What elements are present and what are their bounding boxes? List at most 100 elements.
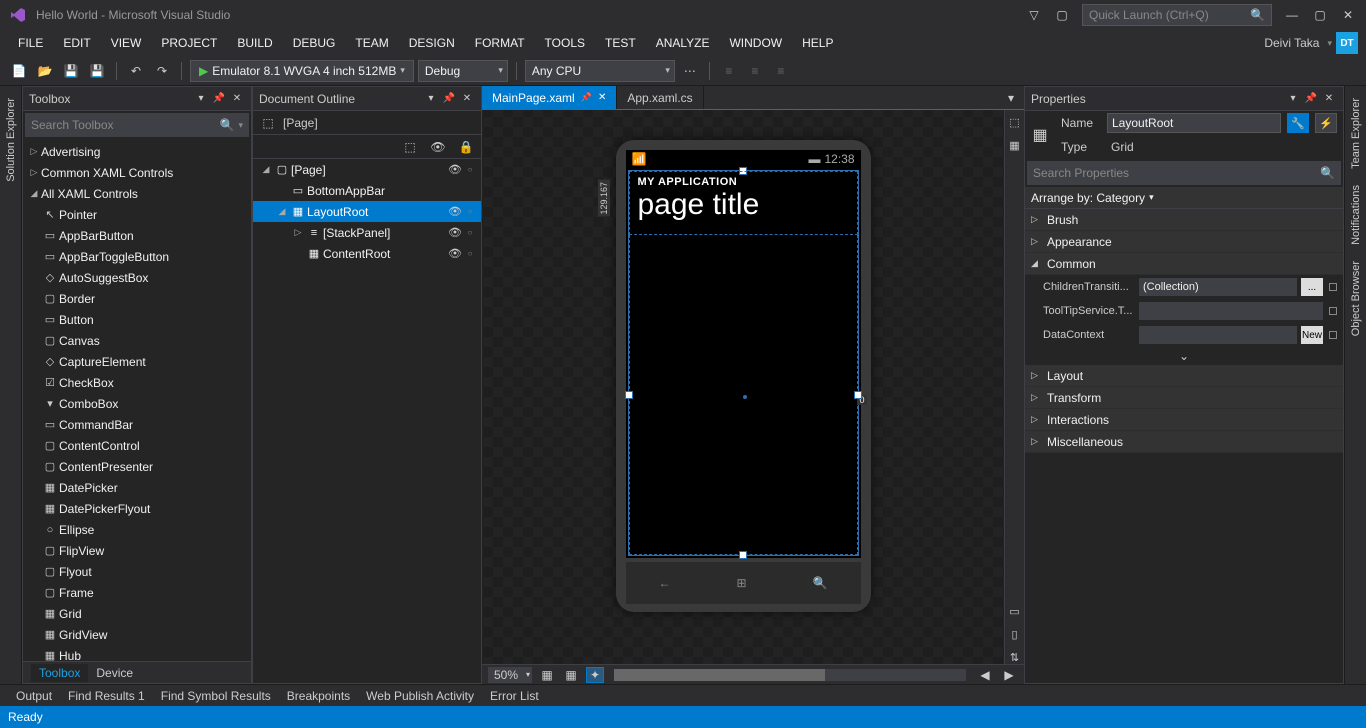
close-icon[interactable]: ✕ <box>459 91 475 107</box>
toolbox-item[interactable]: ▭AppBarButton <box>23 225 251 246</box>
arrange-by-button[interactable]: Arrange by: Category▾ <box>1025 187 1343 209</box>
toolbox-item[interactable]: ▢Border <box>23 288 251 309</box>
app-header[interactable]: MY APPLICATION page title <box>629 171 858 235</box>
maximize-button[interactable]: ▢ <box>1306 5 1334 25</box>
close-icon[interactable]: ✕ <box>229 91 245 107</box>
outline-row[interactable]: ◢▦LayoutRoot👁○ <box>253 201 481 222</box>
panel-dropdown-icon[interactable]: ▾ <box>193 91 209 107</box>
close-button[interactable]: ✕ <box>1334 5 1362 25</box>
zoom-tool-icon[interactable]: ⬚ <box>1009 116 1019 129</box>
category-miscellaneous[interactable]: ▷Miscellaneous <box>1025 431 1343 453</box>
scroll-right-icon[interactable]: ▶ <box>1000 667 1018 683</box>
toolbox-item[interactable]: ▦DatePickerFlyout <box>23 498 251 519</box>
split-vertical-icon[interactable]: ▯ <box>1011 628 1017 641</box>
menu-project[interactable]: PROJECT <box>151 32 227 54</box>
properties-search-input[interactable]: Search Properties 🔍 <box>1027 161 1341 185</box>
undo-button[interactable]: ↶ <box>125 60 147 82</box>
output-tab[interactable]: Breakpoints <box>279 687 358 705</box>
eye-icon[interactable]: 👁 <box>429 138 447 156</box>
snaplines-toggle-icon[interactable]: ✦ <box>586 667 604 683</box>
output-tab[interactable]: Error List <box>482 687 547 705</box>
properties-wrench-button[interactable]: 🔧 <box>1287 113 1309 133</box>
category-layout[interactable]: ▷Layout <box>1025 365 1343 387</box>
output-tab[interactable]: Output <box>8 687 60 705</box>
toolbox-search-input[interactable]: Search Toolbox 🔍 ▾ <box>25 113 249 137</box>
close-icon[interactable]: ✕ <box>598 92 606 103</box>
outline-row[interactable]: ▦ContentRoot👁○ <box>253 243 481 264</box>
toolbox-item[interactable]: ▢ContentControl <box>23 435 251 456</box>
toolbox-item[interactable]: ◇CaptureElement <box>23 351 251 372</box>
expand-more-icon[interactable]: ⌄ <box>1025 347 1343 365</box>
new-project-button[interactable]: 📄 <box>8 60 30 82</box>
save-button[interactable]: 💾 <box>60 60 82 82</box>
pin-icon[interactable]: 📌 <box>581 92 592 103</box>
menu-design[interactable]: DESIGN <box>399 32 465 54</box>
tab-mainpage-xaml[interactable]: MainPage.xaml 📌 ✕ <box>482 86 617 109</box>
feedback-icon[interactable]: ▢ <box>1048 5 1076 25</box>
content-root[interactable]: 0 <box>629 235 858 555</box>
category-interactions[interactable]: ▷Interactions <box>1025 409 1343 431</box>
property-field[interactable]: ToolTipService.T... <box>1025 299 1343 323</box>
toolbox-group[interactable]: ▷Advertising <box>23 141 251 162</box>
save-all-button[interactable]: 💾 <box>86 60 108 82</box>
design-canvas[interactable]: 129.167 📶 ▬ 12:38 MY APPLICATION <box>482 110 1004 664</box>
scroll-left-icon[interactable]: ◀ <box>976 667 994 683</box>
team-explorer-tab[interactable]: Team Explorer <box>1348 90 1364 177</box>
toolbox-item[interactable]: ▢Flyout <box>23 561 251 582</box>
toolbox-item[interactable]: ▦Hub <box>23 645 251 661</box>
toolbox-item[interactable]: ▭AppBarToggleButton <box>23 246 251 267</box>
property-field[interactable]: ChildrenTransiti...(Collection)... <box>1025 275 1343 299</box>
toolbox-item[interactable]: ▦Grid <box>23 603 251 624</box>
toolbox-item[interactable]: ▢FlipView <box>23 540 251 561</box>
toolbox-item[interactable]: ▢Canvas <box>23 330 251 351</box>
zoom-combo[interactable]: 50% <box>488 667 532 683</box>
collapse-icon[interactable]: ⬚ <box>259 114 277 132</box>
run-debug-button[interactable]: ▶ Emulator 8.1 WVGA 4 inch 512MB ▾ <box>190 60 414 82</box>
outline-row[interactable]: ▭BottomAppBar <box>253 180 481 201</box>
split-horizontal-icon[interactable]: ▭ <box>1009 605 1019 618</box>
minimize-button[interactable]: — <box>1278 5 1306 25</box>
category-common[interactable]: ◢Common <box>1025 253 1343 275</box>
menu-tools[interactable]: TOOLS <box>535 32 595 54</box>
menu-team[interactable]: TEAM <box>345 32 398 54</box>
outdent-button[interactable]: ≡ <box>744 60 766 82</box>
user-avatar[interactable]: DT <box>1336 32 1358 54</box>
lock-icon[interactable]: 🔒 <box>457 138 475 156</box>
name-input[interactable]: LayoutRoot <box>1107 113 1281 133</box>
swap-panes-icon[interactable]: ⇅ <box>1010 651 1019 664</box>
horizontal-scrollbar[interactable] <box>614 669 966 681</box>
config-combo[interactable]: Debug <box>418 60 508 82</box>
property-field[interactable]: DataContextNew <box>1025 323 1343 347</box>
toolbox-tab[interactable]: Toolbox <box>31 664 88 682</box>
open-button[interactable]: 📂 <box>34 60 56 82</box>
menu-debug[interactable]: DEBUG <box>283 32 346 54</box>
menu-format[interactable]: FORMAT <box>465 32 535 54</box>
output-tab[interactable]: Find Symbol Results <box>153 687 279 705</box>
device-tab[interactable]: Device <box>88 664 141 682</box>
pin-icon[interactable]: 📌 <box>441 91 457 107</box>
category-transform[interactable]: ▷Transform <box>1025 387 1343 409</box>
toolbox-item[interactable]: ▢Frame <box>23 582 251 603</box>
indent-button[interactable]: ≡ <box>718 60 740 82</box>
category-brush[interactable]: ▷Brush <box>1025 209 1343 231</box>
outline-row[interactable]: ◢▢[Page]👁○ <box>253 159 481 180</box>
menu-analyze[interactable]: ANALYZE <box>646 32 720 54</box>
menu-view[interactable]: VIEW <box>101 32 152 54</box>
outline-tool-1[interactable]: ⬚ <box>401 138 419 156</box>
pin-icon[interactable]: 📌 <box>211 91 227 107</box>
toolbox-item[interactable]: ▦DatePicker <box>23 477 251 498</box>
toolbox-group[interactable]: ▷Common XAML Controls <box>23 162 251 183</box>
close-icon[interactable]: ✕ <box>1321 91 1337 107</box>
output-tab[interactable]: Web Publish Activity <box>358 687 482 705</box>
platform-combo[interactable]: Any CPU <box>525 60 675 82</box>
toolbox-group[interactable]: ◢All XAML Controls <box>23 183 251 204</box>
output-tab[interactable]: Find Results 1 <box>60 687 153 705</box>
notifications-tab[interactable]: Notifications <box>1348 177 1364 253</box>
toolbar-extra-button[interactable]: ⋯ <box>679 60 701 82</box>
user-name[interactable]: Deivi Taka <box>1264 36 1319 50</box>
toolbox-item[interactable]: ▢ContentPresenter <box>23 456 251 477</box>
panel-dropdown-icon[interactable]: ▾ <box>423 91 439 107</box>
category-appearance[interactable]: ▷Appearance <box>1025 231 1343 253</box>
toolbox-item[interactable]: ▾ComboBox <box>23 393 251 414</box>
snap-toggle-icon[interactable]: ▦ <box>562 667 580 683</box>
